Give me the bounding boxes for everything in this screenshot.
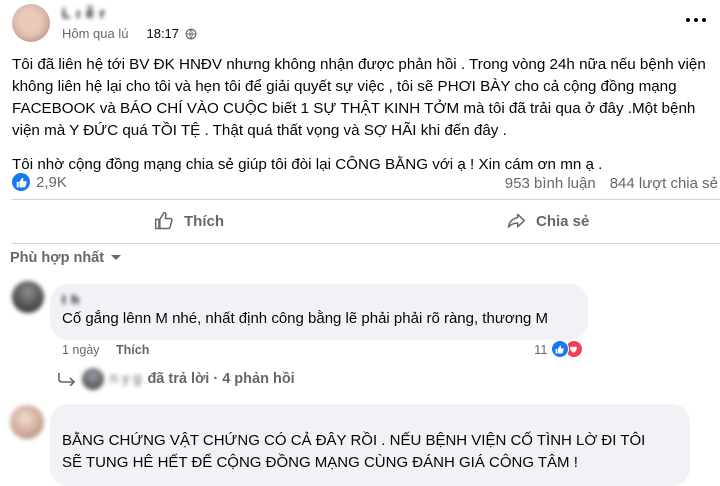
author-avatar[interactable] bbox=[12, 4, 50, 42]
comment-like-button[interactable]: Thích bbox=[116, 343, 149, 357]
comment-reactions[interactable]: 11 bbox=[534, 340, 583, 358]
commenter-name[interactable]: I h bbox=[62, 292, 80, 307]
post-stats: 953 bình luận 844 lượt chia sẻ bbox=[505, 175, 718, 192]
globe-icon bbox=[185, 28, 197, 39]
post-paragraph-2: Tôi nhờ cộng đồng mạng chia sẻ giúp tôi … bbox=[12, 156, 603, 173]
post-paragraph-1: Tôi đã liên hệ tới BV ĐK HNĐV nhưng khôn… bbox=[12, 56, 706, 139]
reply-arrow-icon bbox=[58, 373, 76, 386]
post-time[interactable]: 18:17 bbox=[146, 26, 179, 41]
divider bbox=[12, 199, 720, 200]
like-reaction-icon bbox=[12, 173, 30, 191]
more-options-icon[interactable] bbox=[686, 14, 710, 26]
comment-time[interactable]: 1 ngày bbox=[62, 343, 100, 357]
post-author-name[interactable]: L ı ễ r bbox=[62, 5, 106, 21]
thumbs-up-icon bbox=[154, 211, 173, 230]
replier-names: n y g bbox=[110, 371, 142, 387]
like-button[interactable]: Thích bbox=[154, 211, 224, 231]
share-arrow-icon bbox=[507, 213, 526, 228]
post-body: Tôi đã liên hệ tới BV ĐK HNĐV nhưng khôn… bbox=[12, 54, 712, 176]
commenter-avatar[interactable] bbox=[12, 281, 44, 313]
comment-count-link[interactable]: 953 bình luận bbox=[505, 175, 596, 192]
reaction-count: 2,9K bbox=[36, 173, 67, 191]
divider bbox=[12, 243, 720, 244]
comment-sort-dropdown[interactable]: Phù hợp nhất bbox=[10, 250, 122, 266]
sort-label: Phù hợp nhất bbox=[10, 250, 105, 266]
like-button-label: Thích bbox=[184, 212, 224, 230]
replies-count-label: đã trả lời · 4 phản hồi bbox=[147, 371, 295, 387]
comment-text: Cố gắng lênn M nhé, nhất định công bằng … bbox=[62, 310, 549, 327]
commenter-avatar[interactable] bbox=[10, 405, 44, 439]
share-button[interactable]: Chia sẻ bbox=[506, 211, 589, 231]
share-button-label: Chia sẻ bbox=[536, 212, 590, 230]
post-date[interactable]: Hôm qua lú bbox=[62, 26, 128, 41]
share-count-link[interactable]: 844 lượt chia sẻ bbox=[610, 175, 718, 192]
comment-reaction-count: 11 bbox=[534, 341, 548, 357]
view-replies-link[interactable]: n y g đã trả lời · 4 phản hồi bbox=[58, 368, 295, 390]
reaction-summary[interactable]: 2,9K bbox=[12, 173, 67, 191]
comment-text: BẰNG CHỨNG VẬT CHỨNG CÓ CẢ ĐÂY RỒI . NẾU… bbox=[62, 432, 646, 471]
caret-down-icon bbox=[111, 255, 122, 260]
post-meta: Hôm qua lú 18:17 bbox=[62, 26, 197, 41]
replier-avatar bbox=[82, 368, 104, 390]
like-reaction-icon bbox=[550, 340, 569, 358]
